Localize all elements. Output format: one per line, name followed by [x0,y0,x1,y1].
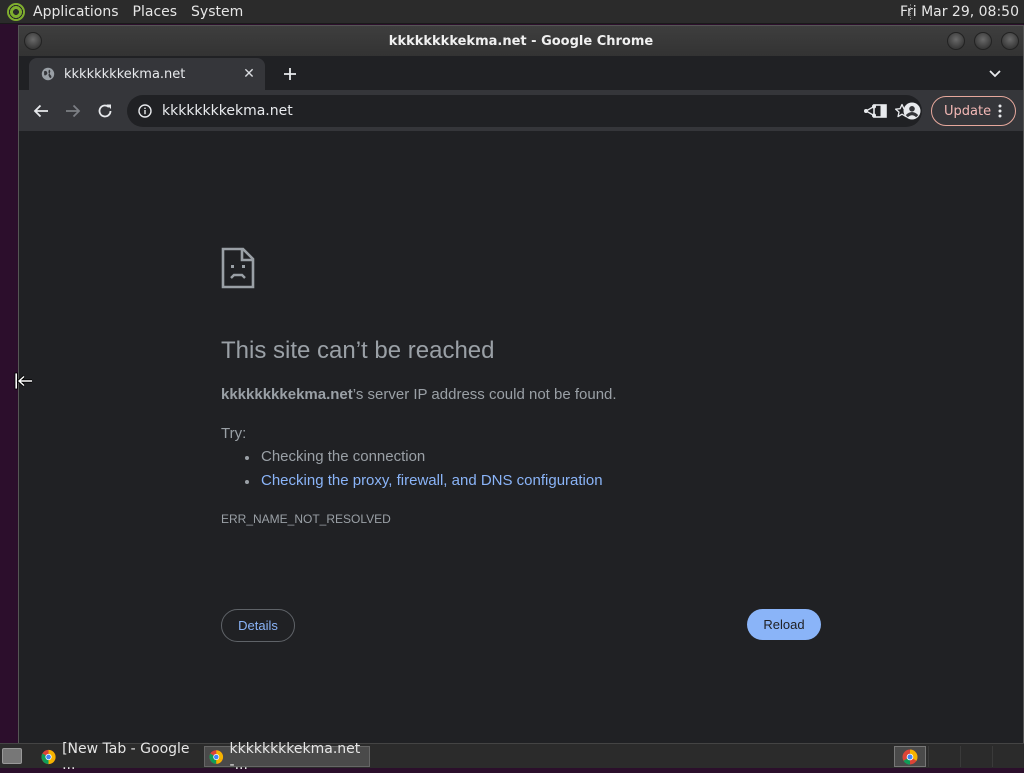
side-panel-icon [873,104,887,118]
maximize-button[interactable] [974,32,992,50]
error-heading: This site can’t be reached [221,337,495,364]
forward-arrow-icon [66,104,81,118]
taskbar-item-kekma[interactable]: kkkkkkkkekma.net -... [204,741,370,773]
top-panel: Applications Places System Fri Mar 29, 0… [0,0,1024,24]
window-menu-button[interactable] [24,32,42,50]
reload-button[interactable]: Reload [747,609,821,640]
error-summary: kkkkkkkkekma.net’s server IP address cou… [221,386,617,403]
suggestions-list: Checking the connection Checking the pro… [243,445,603,493]
tab-strip: kkkkkkkkekma.net ✕ [19,56,1023,90]
browser-toolbar: kkkkkkkkekma.net Update [19,90,1023,132]
error-summary-text: ’s server IP address could not be found. [352,386,617,403]
reload-icon [98,104,112,118]
taskbar-item-new-tab[interactable]: [New Tab - Google ... [36,741,200,773]
reload-toolbar-button[interactable] [91,97,119,125]
tab-close-icon[interactable]: ✕ [239,64,259,84]
browser-window: kkkkkkkkekma.net - Google Chrome kkkkkkk… [18,25,1024,744]
page-content: This site can’t be reached kkkkkkkkekma.… [19,133,1023,744]
system-menu[interactable]: System [191,4,243,20]
distro-logo-icon[interactable] [7,2,25,21]
close-window-button[interactable] [1001,32,1019,50]
places-menu[interactable]: Places [133,4,178,20]
workspace-2[interactable] [928,746,958,767]
window-titlebar[interactable]: kkkkkkkkekma.net - Google Chrome [19,26,1023,56]
tab-search-chevron-icon[interactable] [983,62,1007,86]
info-icon[interactable] [137,103,153,119]
taskbar: [New Tab - Google ... kkkkkkkkekma.net -… [0,741,1024,773]
chrome-icon [902,749,918,764]
suggestion-connection: Checking the connection [243,445,603,469]
applications-menu[interactable]: Applications [33,4,119,20]
show-desktop-button[interactable] [2,748,22,764]
tab-kekma[interactable]: kkkkkkkkekma.net ✕ [29,58,265,90]
minimize-button[interactable] [947,32,965,50]
new-tab-button[interactable] [277,61,303,87]
profile-avatar-icon [903,102,921,120]
profile-button[interactable] [898,97,926,125]
workspace-3[interactable] [960,746,990,767]
sad-page-icon [221,247,255,293]
url-text: kkkkkkkkekma.net [162,103,293,119]
address-bar[interactable]: kkkkkkkkekma.net [127,95,922,127]
side-panel-button[interactable] [866,97,894,125]
try-label: Try: [221,425,247,442]
error-code: ERR_NAME_NOT_RESOLVED [221,512,391,526]
forward-button[interactable] [59,97,87,125]
mouse-cursor-icon [14,372,34,394]
error-host: kkkkkkkkekma.net [221,386,353,403]
back-arrow-icon [33,104,48,118]
back-button[interactable] [27,97,55,125]
update-label: Update [944,103,992,119]
workspace-4[interactable] [992,746,1022,767]
suggestion-proxy-link[interactable]: Checking the proxy, firewall, and DNS co… [243,469,603,493]
window-title: kkkkkkkkekma.net - Google Chrome [388,33,654,49]
chrome-icon [209,749,224,764]
workspace-switcher-active[interactable] [894,746,926,767]
clock[interactable]: Fri Mar 29, 08:50 [900,4,1019,20]
tab-title: kkkkkkkkekma.net [64,66,186,82]
globe-icon [40,66,56,82]
update-button[interactable]: Update [931,96,1016,126]
details-button[interactable]: Details [221,609,295,642]
more-menu-icon[interactable] [991,104,1009,118]
chrome-icon [41,749,56,764]
